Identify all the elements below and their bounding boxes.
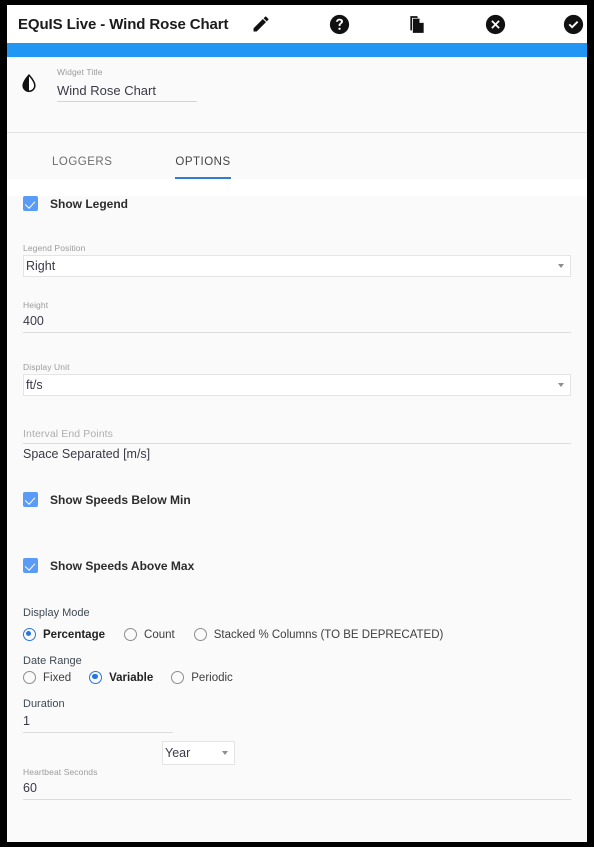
height-label: Height — [23, 300, 49, 310]
heartbeat-seconds-input[interactable]: 60 — [23, 777, 571, 800]
widget-title-input[interactable]: Wind Rose Chart — [57, 77, 197, 102]
legend-position-select[interactable]: Right — [23, 255, 571, 277]
radio-periodic[interactable]: Periodic — [171, 671, 233, 684]
edit-pencil-icon[interactable] — [250, 13, 272, 35]
show-speeds-below-min-row[interactable]: Show Speeds Below Min — [23, 492, 571, 507]
legend-position-field: Legend Position Right — [23, 243, 571, 277]
display-unit-value: ft/s — [26, 378, 43, 392]
radio-variable-label: Variable — [109, 671, 154, 684]
duration-field: Duration 1 — [23, 698, 173, 733]
radio-variable-dot[interactable] — [89, 671, 103, 684]
interval-end-points-field: Interval End Points Space Separated [m/s… — [23, 428, 571, 461]
radio-fixed[interactable]: Fixed — [23, 671, 71, 684]
radio-periodic-label: Periodic — [191, 671, 233, 684]
contrast-droplet-icon — [19, 73, 39, 93]
show-legend-checkbox[interactable] — [23, 196, 38, 211]
radio-fixed-dot[interactable] — [23, 671, 36, 684]
legend-position-value: Right — [26, 259, 56, 273]
tab-bar: LOGGERS OPTIONS — [7, 133, 587, 179]
radio-stacked-columns-label: Stacked % Columns (TO BE DEPRECATED) — [213, 628, 444, 641]
height-field: Height 400 — [23, 300, 571, 333]
interval-end-points-label: Interval End Points — [23, 428, 114, 440]
tab-options[interactable]: OPTIONS — [175, 156, 231, 179]
duration-input[interactable]: 1 — [23, 710, 173, 733]
widget-title-field[interactable]: Widget Title Wind Rose Chart — [57, 67, 197, 102]
show-speeds-above-max-label: Show Speeds Above Max — [50, 558, 195, 573]
display-mode-label: Display Mode — [23, 607, 90, 619]
widget-config-dialog: EQuIS Live - Wind Rose Chart Widget Titl… — [7, 5, 587, 842]
show-legend-row[interactable]: Show Legend — [23, 196, 571, 211]
chevron-down-icon — [558, 383, 564, 387]
tab-loggers[interactable]: LOGGERS — [52, 156, 112, 179]
heartbeat-seconds-label: Heartbeat Seconds — [23, 767, 98, 777]
interval-end-points-hint: Space Separated [m/s] — [23, 447, 151, 461]
page-title: EQuIS Live - Wind Rose Chart — [18, 15, 229, 33]
display-unit-select[interactable]: ft/s — [23, 374, 571, 396]
show-legend-label: Show Legend — [50, 196, 128, 211]
radio-count-label: Count — [144, 628, 175, 641]
radio-periodic-dot[interactable] — [171, 671, 185, 684]
radio-stacked-columns-dot[interactable] — [193, 628, 207, 641]
height-input[interactable]: 400 — [23, 310, 571, 333]
display-mode-radios: Percentage Count Stacked % Columns (TO B… — [23, 628, 571, 641]
radio-stacked-columns[interactable]: Stacked % Columns (TO BE DEPRECATED) — [193, 628, 444, 641]
show-speeds-below-min-label: Show Speeds Below Min — [50, 492, 191, 507]
duration-label: Duration — [23, 698, 65, 710]
radio-percentage-dot[interactable] — [23, 628, 36, 641]
legend-position-label: Legend Position — [23, 243, 86, 253]
dialog-titlebar: EQuIS Live - Wind Rose Chart — [7, 5, 587, 43]
radio-fixed-label: Fixed — [43, 671, 72, 684]
date-range-radios: Fixed Variable Periodic — [23, 671, 571, 684]
radio-percentage[interactable]: Percentage — [23, 628, 105, 641]
radio-count-dot[interactable] — [124, 628, 138, 641]
close-circle-icon[interactable] — [484, 13, 506, 35]
titlebar-actions — [250, 13, 584, 35]
duration-unit-select[interactable]: Year — [162, 741, 235, 765]
radio-count[interactable]: Count — [124, 628, 175, 641]
chevron-down-icon — [222, 751, 228, 755]
show-speeds-above-max-checkbox[interactable] — [23, 558, 38, 573]
copy-pages-icon[interactable] — [406, 13, 428, 35]
duration-unit-value: Year — [165, 746, 191, 760]
display-mode-group: Display Mode Percentage Count Stacked % … — [23, 607, 571, 641]
show-speeds-below-min-checkbox[interactable] — [23, 492, 38, 507]
radio-variable[interactable]: Variable — [89, 671, 153, 684]
chevron-down-icon — [558, 264, 564, 268]
display-unit-field: Display Unit ft/s — [23, 362, 571, 396]
confirm-check-circle-icon[interactable] — [562, 13, 584, 35]
accent-bar — [7, 43, 587, 57]
date-range-group: Date Range Fixed Variable Periodic — [23, 655, 571, 684]
widget-title-label: Widget Title — [57, 67, 103, 77]
duration-unit-field: Year — [162, 741, 235, 765]
help-circle-icon[interactable] — [328, 13, 350, 35]
options-panel: Show Legend Legend Position Right Height… — [7, 196, 587, 842]
date-range-label: Date Range — [23, 655, 82, 667]
radio-percentage-label: Percentage — [43, 628, 106, 641]
display-unit-label: Display Unit — [23, 362, 70, 372]
widget-title-section: Widget Title Wind Rose Chart — [7, 57, 587, 133]
heartbeat-seconds-field: Heartbeat Seconds 60 — [23, 767, 571, 800]
show-speeds-above-max-row[interactable]: Show Speeds Above Max — [23, 558, 571, 573]
